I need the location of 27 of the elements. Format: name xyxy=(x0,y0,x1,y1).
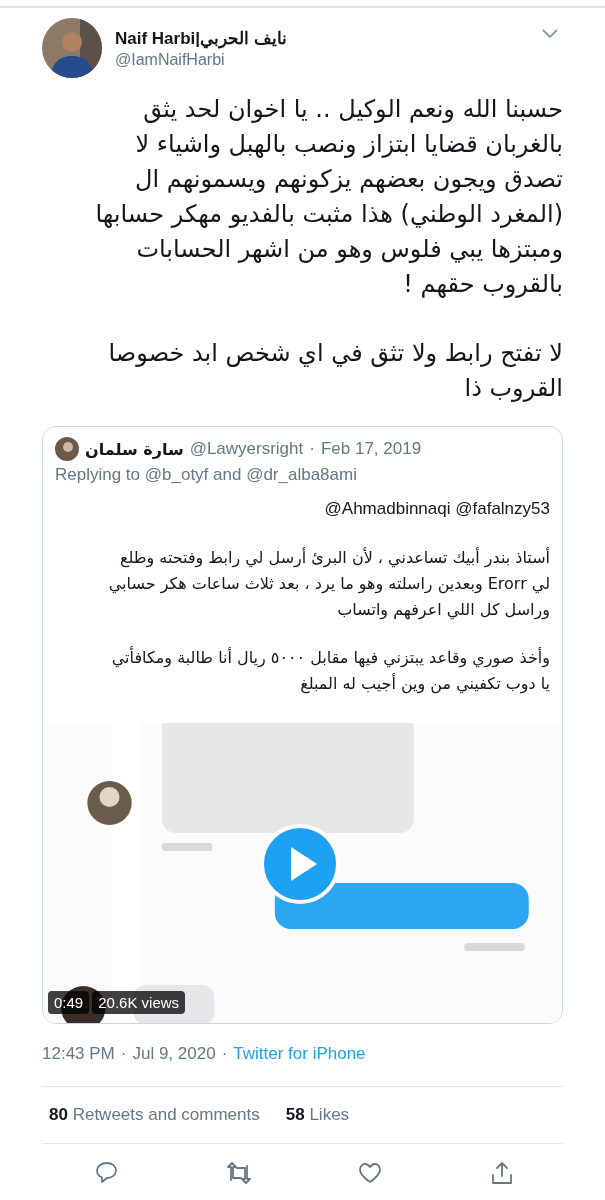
retweets-stat[interactable]: 80 Retweets and comments xyxy=(49,1105,260,1125)
tweet-time: 12:43 PM xyxy=(42,1044,115,1064)
quoted-tweet-card[interactable] xyxy=(42,426,563,1024)
quoted-date: Feb 17, 2019 xyxy=(320,439,422,459)
tweet-text: حسبنا الله ونعم الوكيل .. يا اخوان لحد يثق بالغربان قضايا ابتزاز ونصب بالهبل واشياء لا تصدق ويجون بعضهم يزكونهم ويسمونهم ال (المغرد الوطني) هذا مثبت بالفديو مهكر حسابها ومبتزها يبي فلوس وهو من اشهر الحسابات بالقروب حقهم ! xyxy=(94,94,563,300)
separator-dot: · xyxy=(120,1044,127,1064)
heart-icon[interactable] xyxy=(357,1160,384,1186)
retweet-icon[interactable] xyxy=(225,1160,252,1186)
author-name[interactable]: Naif Harbi|نايف الحربي xyxy=(115,27,528,49)
quoted-author-handle: @Lawyersright xyxy=(189,439,304,459)
replying-to-text: Replying to @b_otyf and @dr_alba8ami xyxy=(55,465,358,485)
chevron-icon[interactable] xyxy=(541,28,559,40)
quoted-text: أستاذ بندر أبيك تساعدني ، لأن البرئ أرسل لي رابط وفتحته وطلع لي Erorr وبعدين راسلته وهو ما يرد ، بعد ثلاث ساعات هكر حسابي وراسل كل اللي اعرفهم واتساب xyxy=(107,546,550,622)
quoted-author-name: سارة سلمان xyxy=(85,439,184,459)
avatar xyxy=(55,437,79,461)
separator-dot: · xyxy=(309,439,315,459)
view-count: 20.6K views xyxy=(92,991,186,1014)
likes-stat[interactable]: 58 Likes xyxy=(285,1105,350,1125)
author-handle[interactable]: @IamNaifHarbi xyxy=(115,50,528,69)
tweet-text: لا تفتح رابط ولا تثق في اي شخص ابد خصوصا القروب ذا xyxy=(107,338,563,404)
avatar[interactable] xyxy=(42,18,102,78)
reply-icon[interactable] xyxy=(94,1160,120,1186)
quoted-text: وأخذ صوري وقاعد يبتزني فيها مقابل ٥٠٠٠ ريال أنا طالبة ومكافأتي يا دوب تكفيني من وين أجيب له المبلغ xyxy=(110,645,550,696)
separator-dot: · xyxy=(221,1044,228,1064)
video-duration: 0:49 xyxy=(48,991,90,1014)
mentions-text: @Ahmadbinnaqi @fafalnzy53 xyxy=(323,499,550,519)
tweet-date: Jul 9, 2020 xyxy=(132,1044,216,1064)
